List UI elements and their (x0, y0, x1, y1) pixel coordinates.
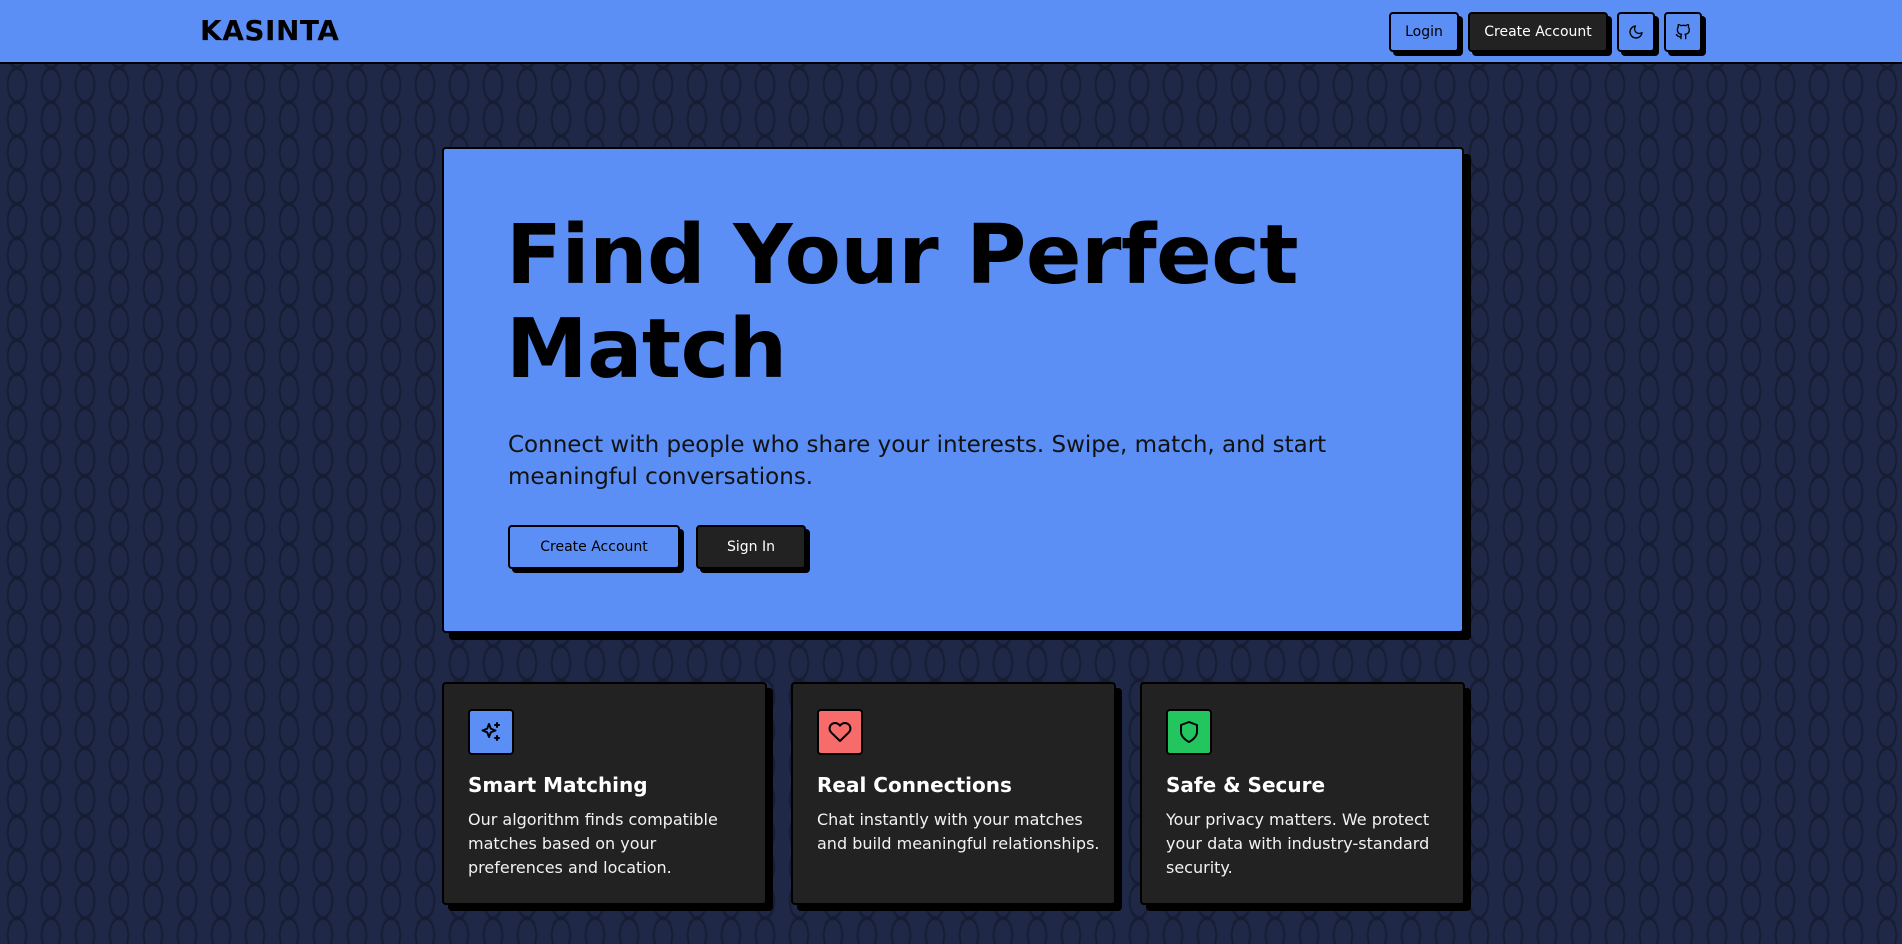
login-button[interactable]: Login (1389, 12, 1459, 52)
feature-icon-box (817, 709, 863, 755)
github-icon (1675, 24, 1690, 40)
feature-icon-box (1166, 709, 1212, 755)
feature-icon-box (468, 709, 514, 755)
theme-toggle-button[interactable] (1617, 12, 1655, 52)
moon-icon (1629, 25, 1643, 39)
nav-actions: Login Create Account (1389, 12, 1702, 52)
feature-card-safe-secure: Safe & Secure Your privacy matters. We p… (1140, 682, 1465, 905)
create-account-button[interactable]: Create Account (1468, 12, 1608, 52)
feature-title: Safe & Secure (1166, 773, 1326, 797)
features-list: Smart Matching Our algorithm finds compa… (442, 682, 1465, 905)
feature-description: Your privacy matters. We protect your da… (1166, 810, 1430, 877)
site-logo[interactable]: KASINTA (200, 14, 339, 47)
feature-description: Our algorithm finds compatible matches b… (468, 810, 718, 877)
hero-card: Find Your Perfect Match Connect with peo… (442, 147, 1464, 633)
sparkles-icon (481, 722, 500, 741)
hero-title: Find Your Perfect Match (506, 208, 1299, 397)
hero-actions: Create Account Sign In (508, 525, 806, 569)
heart-icon (828, 722, 852, 742)
hero-sign-in-button[interactable]: Sign In (696, 525, 806, 569)
feature-title: Real Connections (817, 773, 1012, 797)
feature-description: Chat instantly with your matches and bui… (817, 810, 1100, 853)
feature-title: Smart Matching (468, 773, 648, 797)
shield-icon (1180, 721, 1198, 743)
hero-subtitle: Connect with people who share your inter… (508, 432, 1327, 490)
github-button[interactable] (1664, 12, 1702, 52)
feature-card-smart-matching: Smart Matching Our algorithm finds compa… (442, 682, 767, 905)
top-navbar: KASINTA Login Create Account (0, 0, 1902, 64)
feature-card-real-connections: Real Connections Chat instantly with you… (791, 682, 1116, 905)
hero-create-account-button[interactable]: Create Account (508, 525, 680, 569)
